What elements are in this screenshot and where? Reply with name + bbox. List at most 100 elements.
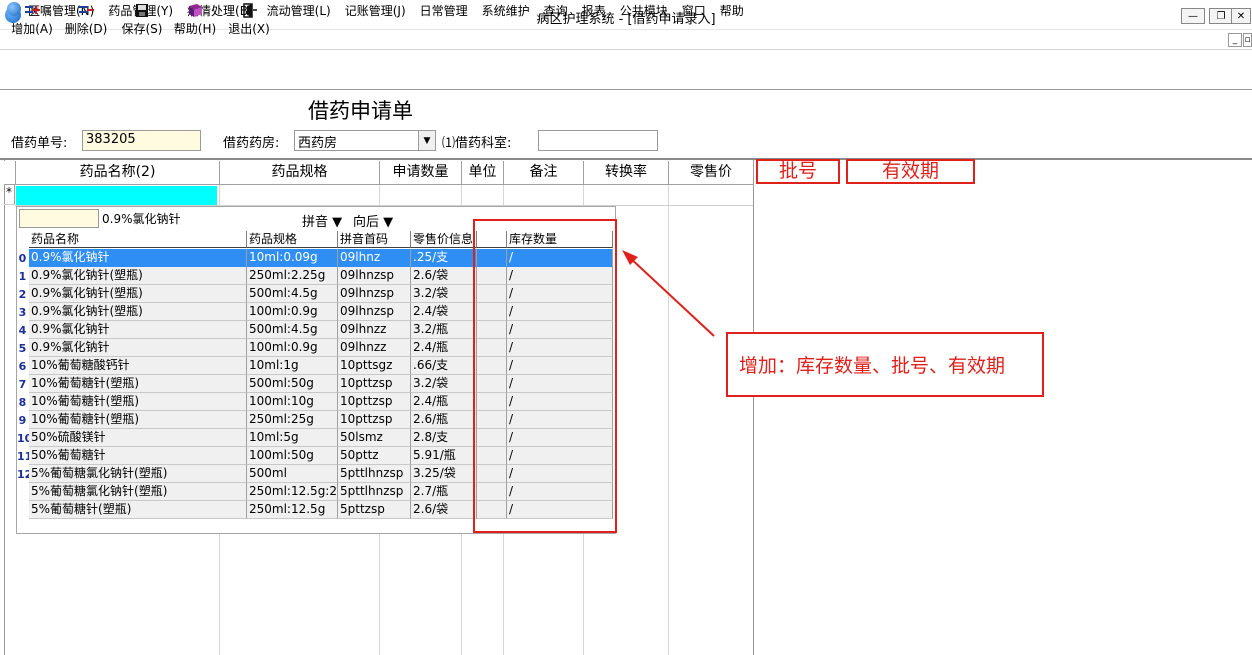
- menu-daily[interactable]: 日常管理: [420, 2, 468, 19]
- popup-cell-retail-price[interactable]: 2.7/瓶: [411, 483, 477, 501]
- popup-cell-drug-name[interactable]: 0.9%氯化钠针: [29, 339, 247, 357]
- grid-header-unit[interactable]: 单位: [462, 161, 504, 185]
- popup-cell-spec[interactable]: 10ml:1g: [247, 357, 338, 375]
- popup-cell-spec[interactable]: 100ml:0.9g: [247, 339, 338, 357]
- popup-cell-drug-name[interactable]: 0.9%氯化钠针(塑瓶): [29, 267, 247, 285]
- popup-cell-pinyin[interactable]: 09lhnzz: [338, 339, 411, 357]
- help-button-label: 帮助(H): [173, 22, 217, 36]
- mdi-minimize-button[interactable]: _: [1228, 33, 1242, 47]
- popup-cell-retail-price[interactable]: 5.91/瓶: [411, 447, 477, 465]
- popup-cell-drug-name[interactable]: 10%葡萄糖针(塑瓶): [29, 393, 247, 411]
- popup-cell-retail-price[interactable]: 3.2/袋: [411, 285, 477, 303]
- grid-header-retail-price[interactable]: 零售价: [669, 161, 754, 185]
- dept-field[interactable]: [538, 130, 658, 151]
- delete-row-icon: [77, 3, 95, 18]
- order-no-field[interactable]: 383205: [82, 130, 201, 151]
- menu-reports[interactable]: 报表: [582, 2, 606, 19]
- menu-query[interactable]: 查询: [544, 2, 568, 19]
- popup-cell-spec[interactable]: 250ml:2.25g: [247, 267, 338, 285]
- popup-cell-drug-name[interactable]: 0.9%氯化钠针(塑瓶): [29, 285, 247, 303]
- popup-cell-drug-name[interactable]: 10%葡萄糖酸钙针: [29, 357, 247, 375]
- popup-cell-retail-price[interactable]: 3.2/瓶: [411, 321, 477, 339]
- popup-cell-spec[interactable]: 250ml:12.5g: [247, 501, 338, 519]
- popup-cell-pinyin[interactable]: 09lhnz: [338, 249, 411, 267]
- popup-cell-retail-price[interactable]: 2.4/瓶: [411, 339, 477, 357]
- popup-cell-retail-price[interactable]: 3.2/袋: [411, 375, 477, 393]
- popup-cell-spec[interactable]: 500ml:50g: [247, 375, 338, 393]
- popup-cell-retail-price[interactable]: .66/支: [411, 357, 477, 375]
- exit-button[interactable]: 退出(X): [221, 3, 277, 37]
- popup-cell-retail-price[interactable]: 2.8/支: [411, 429, 477, 447]
- close-button[interactable]: ✕: [1231, 8, 1251, 24]
- menu-accounting[interactable]: 记账管理(J): [345, 2, 406, 19]
- popup-cell-spec[interactable]: 250ml:12.5g:2.25g: [247, 483, 338, 501]
- menu-system[interactable]: 系统维护: [482, 2, 530, 19]
- popup-cell-spec[interactable]: 100ml:50g: [247, 447, 338, 465]
- popup-header-drug-name[interactable]: 药品名称: [29, 231, 247, 248]
- popup-cell-pinyin[interactable]: 50lsmz: [338, 429, 411, 447]
- popup-cell-drug-name[interactable]: 0.9%氯化钠针: [29, 249, 247, 267]
- help-button[interactable]: 帮助(H): [167, 3, 223, 37]
- popup-cell-spec[interactable]: 500ml:4.5g: [247, 321, 338, 339]
- grid-header-conversion-rate[interactable]: 转换率: [584, 161, 669, 185]
- popup-cell-pinyin[interactable]: 50pttz: [338, 447, 411, 465]
- menu-help[interactable]: 帮助: [720, 2, 744, 19]
- popup-cell-pinyin[interactable]: 10pttzsp: [338, 393, 411, 411]
- pharmacy-select[interactable]: 西药房 ▼: [294, 130, 436, 151]
- popup-cell-spec[interactable]: 10ml:0.09g: [247, 249, 338, 267]
- popup-cell-drug-name[interactable]: 10%葡萄糖针(塑瓶): [29, 375, 247, 393]
- popup-cell-retail-price[interactable]: 2.4/瓶: [411, 393, 477, 411]
- popup-cell-pinyin[interactable]: 09lhnzz: [338, 321, 411, 339]
- menu-common[interactable]: 公共模块: [620, 2, 668, 19]
- popup-search-input[interactable]: [19, 209, 99, 228]
- minimize-button[interactable]: —: [1181, 8, 1205, 24]
- popup-cell-drug-name[interactable]: 50%硫酸镁针: [29, 429, 247, 447]
- popup-cell-pinyin[interactable]: 10pttsgz: [338, 357, 411, 375]
- popup-cell-spec[interactable]: 250ml:25g: [247, 411, 338, 429]
- menu-window[interactable]: 窗口: [682, 2, 706, 19]
- popup-cell-drug-name[interactable]: 5%葡萄糖氯化钠针(塑瓶): [29, 483, 247, 501]
- popup-cell-pinyin[interactable]: 09lhnzsp: [338, 267, 411, 285]
- popup-cell-drug-name[interactable]: 10%葡萄糖针(塑瓶): [29, 411, 247, 429]
- popup-header-retail-price[interactable]: 零售价信息: [411, 231, 477, 248]
- popup-cell-spec[interactable]: 10ml:5g: [247, 429, 338, 447]
- popup-header-pinyin[interactable]: 拼音首码: [338, 231, 411, 248]
- grid-header-quantity[interactable]: 申请数量: [380, 161, 462, 185]
- restore-button[interactable]: ❐: [1209, 8, 1233, 24]
- mdi-restore-button[interactable]: ▫: [1243, 33, 1252, 47]
- popup-cell-retail-price[interactable]: 2.6/袋: [411, 501, 477, 519]
- popup-cell-pinyin[interactable]: 5pttlhnzsp: [338, 483, 411, 501]
- popup-cell-spec[interactable]: 100ml:10g: [247, 393, 338, 411]
- popup-cell-spec[interactable]: 100ml:0.9g: [247, 303, 338, 321]
- popup-cell-pinyin[interactable]: 10pttzsp: [338, 375, 411, 393]
- popup-cell-drug-name[interactable]: 5%葡萄糖针(塑瓶): [29, 501, 247, 519]
- grid-header-spec[interactable]: 药品规格: [220, 161, 380, 185]
- popup-cell-retail-price[interactable]: 2.4/袋: [411, 303, 477, 321]
- delete-button[interactable]: 删除(D): [58, 3, 114, 37]
- add-button[interactable]: 增加(A): [4, 3, 60, 37]
- popup-cell-spec[interactable]: 500ml:4.5g: [247, 285, 338, 303]
- chevron-down-icon[interactable]: ▼: [418, 131, 435, 150]
- grid-header-drug-name[interactable]: 药品名称(2): [16, 161, 220, 185]
- popup-cell-drug-name[interactable]: 0.9%氯化钠针: [29, 321, 247, 339]
- save-button[interactable]: 保存(S): [114, 3, 170, 37]
- new-row-drug-name-cell[interactable]: [16, 186, 217, 205]
- popup-cell-pinyin[interactable]: 09lhnzsp: [338, 285, 411, 303]
- popup-cell-spec[interactable]: 500ml: [247, 465, 338, 483]
- popup-cell-pinyin[interactable]: 5pttzsp: [338, 501, 411, 519]
- popup-cell-retail-price[interactable]: 3.25/袋: [411, 465, 477, 483]
- popup-cell-drug-name[interactable]: 50%葡萄糖针: [29, 447, 247, 465]
- popup-cell-drug-name[interactable]: 0.9%氯化钠针(塑瓶): [29, 303, 247, 321]
- popup-cell-retail-price[interactable]: .25/支: [411, 249, 477, 267]
- popup-direction-dropdown[interactable]: 向后 ▼: [353, 211, 393, 230]
- popup-row-number: [17, 483, 28, 501]
- grid-header-remark[interactable]: 备注: [504, 161, 584, 185]
- popup-cell-pinyin[interactable]: 5pttlhnzsp: [338, 465, 411, 483]
- popup-cell-drug-name[interactable]: 5%葡萄糖氯化钠针(塑瓶): [29, 465, 247, 483]
- popup-header-spec[interactable]: 药品规格: [247, 231, 338, 248]
- popup-cell-pinyin[interactable]: 09lhnzsp: [338, 303, 411, 321]
- popup-cell-retail-price[interactable]: 2.6/袋: [411, 267, 477, 285]
- popup-cell-retail-price[interactable]: 2.6/瓶: [411, 411, 477, 429]
- popup-cell-pinyin[interactable]: 10pttzsp: [338, 411, 411, 429]
- popup-mode-dropdown[interactable]: 拼音 ▼: [302, 211, 342, 230]
